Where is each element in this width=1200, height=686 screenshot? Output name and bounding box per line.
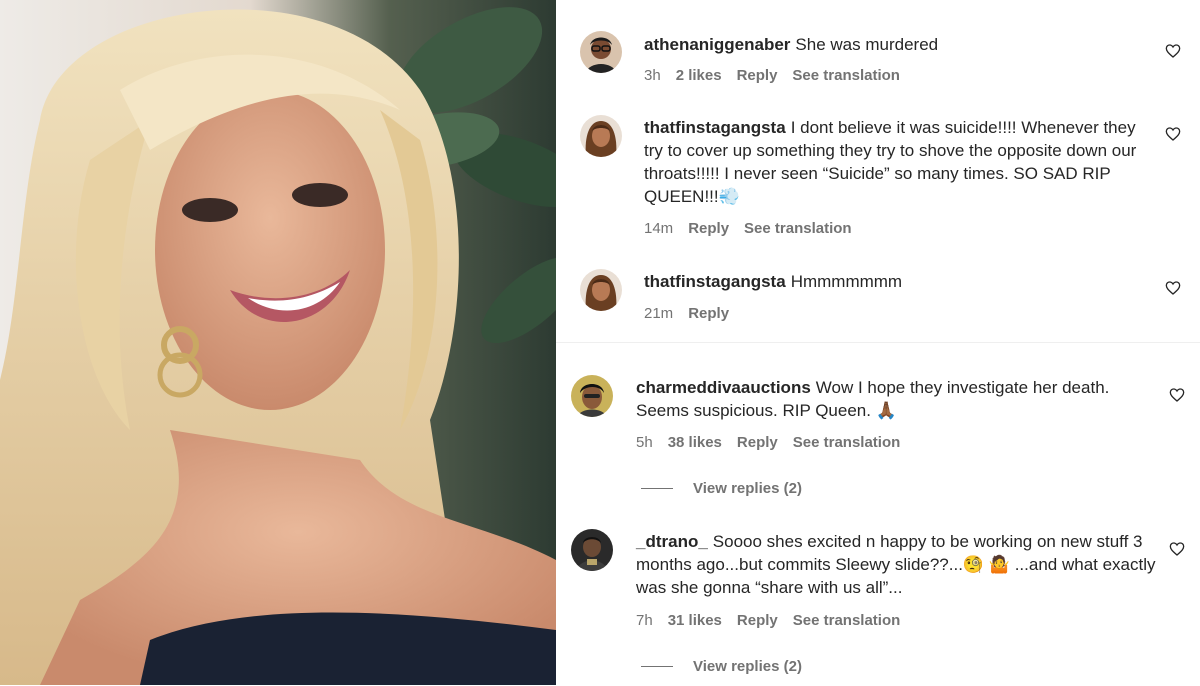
comments-panel-top: athenaniggenaber She was murdered 3h 2 li… — [556, 0, 1200, 342]
comment-body: She was murdered — [795, 35, 939, 54]
view-replies-button[interactable]: View replies (2) — [641, 658, 802, 675]
woman-portrait-image — [0, 0, 556, 685]
comment-likes[interactable]: 38 likes — [668, 434, 722, 451]
avatar[interactable] — [580, 31, 622, 73]
comment-text: _dtrano_ Soooo shes excited n happy to be… — [636, 530, 1156, 599]
comment-body: Hmmmmmmm — [790, 272, 903, 291]
avatar-woman-glasses-icon — [580, 31, 622, 73]
comment-time[interactable]: 5h — [636, 434, 653, 451]
heart-outline-icon[interactable] — [1165, 280, 1181, 296]
comment-meta: 21m Reply — [644, 305, 729, 322]
avatar-man-dark-icon — [571, 529, 613, 571]
comment-username[interactable]: _dtrano_ — [636, 532, 708, 551]
comment-time[interactable]: 21m — [644, 305, 673, 322]
reply-button[interactable]: Reply — [688, 220, 729, 237]
comment-text: athenaniggenaber She was murdered — [644, 33, 1164, 56]
comment-time[interactable]: 14m — [644, 220, 673, 237]
comment-body: Soooo shes excited n happy to be working… — [636, 532, 1156, 597]
see-translation-button[interactable]: See translation — [793, 434, 901, 451]
view-replies-button[interactable]: View replies (2) — [641, 480, 802, 497]
avatar-woman-hair-icon — [580, 269, 622, 311]
heart-outline-icon[interactable] — [1165, 126, 1181, 142]
comment-text: thatfinstagangsta I dont believe it was s… — [644, 116, 1154, 208]
comment-time[interactable]: 3h — [644, 67, 661, 84]
see-translation-button[interactable]: See translation — [744, 220, 852, 237]
heart-outline-icon[interactable] — [1169, 541, 1185, 557]
see-translation-button[interactable]: See translation — [792, 67, 900, 84]
comment-likes[interactable]: 2 likes — [676, 67, 722, 84]
reply-button[interactable]: Reply — [688, 305, 729, 322]
avatar[interactable] — [580, 115, 622, 157]
comment-username[interactable]: charmeddivaauctions — [636, 378, 811, 397]
avatar-woman-short-hair-icon — [571, 375, 613, 417]
comment-text: charmeddivaauctions Wow I hope they inves… — [636, 376, 1156, 422]
view-replies-label[interactable]: View replies (2) — [693, 658, 802, 675]
comment-meta: 5h 38 likes Reply See translation — [636, 434, 900, 451]
reply-button[interactable]: Reply — [737, 612, 778, 629]
avatar[interactable] — [571, 375, 613, 417]
comments-panel-bottom: charmeddivaauctions Wow I hope they inves… — [556, 342, 1200, 686]
view-replies-divider — [641, 488, 673, 489]
heart-outline-icon[interactable] — [1165, 43, 1181, 59]
avatar[interactable] — [580, 269, 622, 311]
comment-text: thatfinstagangsta Hmmmmmmm — [644, 270, 1154, 293]
reply-button[interactable]: Reply — [737, 67, 778, 84]
comment-username[interactable]: athenaniggenaber — [644, 35, 790, 54]
avatar[interactable] — [571, 529, 613, 571]
avatar-woman-hair-icon — [580, 115, 622, 157]
heart-outline-icon[interactable] — [1169, 387, 1185, 403]
comment-likes[interactable]: 31 likes — [668, 612, 722, 629]
view-replies-label[interactable]: View replies (2) — [693, 480, 802, 497]
comment-time[interactable]: 7h — [636, 612, 653, 629]
view-replies-divider — [641, 666, 673, 667]
comment-meta: 7h 31 likes Reply See translation — [636, 612, 900, 629]
comment-meta: 14m Reply See translation — [644, 220, 852, 237]
reply-button[interactable]: Reply — [737, 434, 778, 451]
comment-username[interactable]: thatfinstagangsta — [644, 272, 786, 291]
post-photo — [0, 0, 556, 685]
comment-username[interactable]: thatfinstagangsta — [644, 118, 786, 137]
see-translation-button[interactable]: See translation — [793, 612, 901, 629]
comment-meta: 3h 2 likes Reply See translation — [644, 67, 900, 84]
